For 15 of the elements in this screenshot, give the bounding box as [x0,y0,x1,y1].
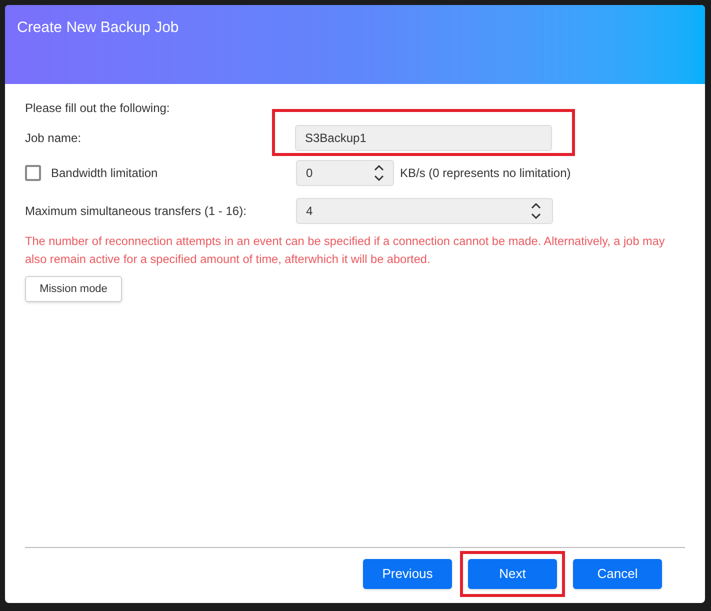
job-name-field[interactable]: S3Backup1 [295,125,552,151]
dialog-button[interactable]: Previous [363,559,452,589]
max-transfers-field[interactable]: 4 [296,198,553,224]
unit-label: KB/s (0 represents no limitation) [400,165,571,182]
notice-text: The number of reconnection attempts in an event can be specified if a connection cannot be made. Alternatively, a job may also remain active for a specified amount of time, afterwhich it will be aborted. [25,233,665,268]
mission-mode-button[interactable]: Mission mode [25,276,122,302]
bandwidth-label: Bandwidth limitation [51,165,158,182]
checkbox[interactable] [25,165,41,181]
dialog-button[interactable]: Next [468,559,557,589]
bandwidth-field[interactable]: 0 [296,160,394,186]
job-name-label: Job name: [25,130,82,147]
intro-text: Please fill out the following: [25,100,171,117]
max-transfers-label: Maximum simultaneous transfers (1 - 16): [25,203,248,220]
dialog-button[interactable]: Cancel [573,559,662,589]
window-title: Create New Backup Job [17,19,179,36]
